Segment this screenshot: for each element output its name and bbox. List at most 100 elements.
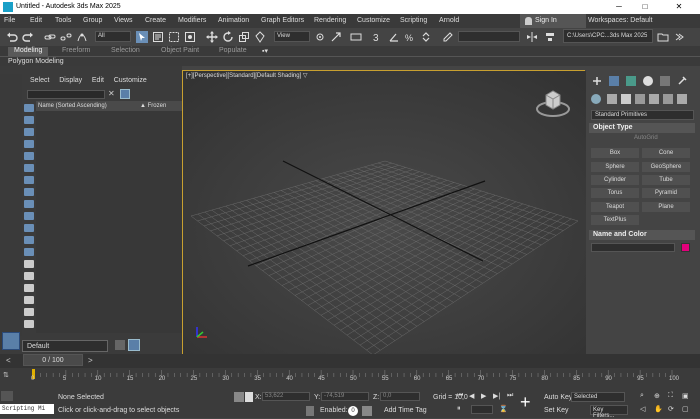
link-icon[interactable]: [44, 31, 56, 43]
scene-menu-select[interactable]: Select: [30, 77, 49, 84]
autogrid-checkbox[interactable]: AutoGrid: [634, 135, 658, 141]
window-crossing-icon[interactable]: [184, 31, 196, 43]
minimize-button[interactable]: ─: [608, 0, 630, 14]
scene-menu-display[interactable]: Display: [59, 77, 82, 84]
display-helpers-icon[interactable]: [24, 176, 34, 184]
menu-customize[interactable]: Customize: [357, 17, 390, 24]
mirror-icon[interactable]: [526, 31, 538, 43]
motion-tab-icon[interactable]: [643, 76, 653, 86]
rect-selection-region-icon[interactable]: [168, 31, 180, 43]
systems-icon[interactable]: [677, 94, 687, 104]
category-dropdown[interactable]: Standard Primitives: [591, 110, 694, 120]
project-folder-icon[interactable]: [657, 31, 669, 43]
move-icon[interactable]: [206, 31, 218, 43]
plane-button[interactable]: Plane: [642, 202, 690, 212]
tab-modeling[interactable]: Modeling: [8, 47, 49, 56]
time-slider-knob[interactable]: 0 / 100: [23, 354, 83, 366]
scene-object-list[interactable]: [36, 111, 182, 333]
select-by-name-icon[interactable]: [152, 31, 164, 43]
sphere-button[interactable]: Sphere: [591, 162, 639, 172]
selection-filter-dropdown[interactable]: All: [95, 31, 131, 42]
display-dependencies-icon[interactable]: [24, 284, 34, 292]
display-groups-icon[interactable]: [24, 200, 34, 208]
auto-key-button[interactable]: Auto Key: [544, 394, 572, 401]
time-slider-prev-icon[interactable]: <: [6, 356, 11, 365]
display-none-icon[interactable]: [24, 104, 34, 112]
hierarchy-tab-icon[interactable]: [626, 76, 636, 86]
key-filters-button[interactable]: Key Filters...: [590, 405, 628, 419]
add-time-tag-button[interactable]: Add Time Tag: [384, 407, 427, 414]
perspective-viewport[interactable]: [182, 70, 586, 355]
placement-icon[interactable]: [254, 31, 266, 43]
spinner-snap-icon[interactable]: [420, 31, 432, 43]
menu-views[interactable]: Views: [114, 17, 133, 24]
pyramid-button[interactable]: Pyramid: [642, 188, 690, 198]
angle-snap-icon[interactable]: [388, 31, 400, 43]
display-xrefs-icon[interactable]: [24, 212, 34, 220]
edit-named-selection-icon[interactable]: [442, 31, 454, 43]
menu-arnold[interactable]: Arnold: [439, 17, 459, 24]
column-frozen-header[interactable]: ▲ Frozen: [140, 103, 166, 109]
orbit-icon[interactable]: ⟳: [668, 405, 674, 413]
layer-explorer-toggle-icon[interactable]: [128, 339, 140, 351]
menu-rendering[interactable]: Rendering: [314, 17, 346, 24]
current-frame-field[interactable]: [471, 405, 493, 414]
go-to-end-icon[interactable]: ⏭: [507, 392, 513, 400]
time-tag-icon[interactable]: [362, 406, 372, 416]
isolate-selection-icon[interactable]: [234, 392, 244, 402]
layer-stack-icon[interactable]: [115, 340, 125, 350]
bind-spacewarp-icon[interactable]: [76, 31, 88, 43]
display-influences-icon[interactable]: [24, 272, 34, 280]
menu-animation[interactable]: Animation: [218, 17, 249, 24]
menu-tools[interactable]: Tools: [55, 17, 71, 24]
workspace-selector[interactable]: Workspaces: Default: [588, 17, 652, 24]
polygon-modeling-panel[interactable]: Polygon Modeling: [0, 56, 700, 66]
display-frozen-icon[interactable]: [24, 248, 34, 256]
field-of-view-icon[interactable]: ◁: [640, 405, 645, 413]
cone-button[interactable]: Cone: [642, 148, 690, 158]
scale-icon[interactable]: [238, 31, 250, 43]
y-coord-field[interactable]: -74,519: [321, 392, 369, 401]
helpers-icon[interactable]: [649, 94, 659, 104]
time-config-icon[interactable]: ⌛: [499, 405, 508, 413]
menu-scripting[interactable]: Scripting: [400, 17, 427, 24]
tab-object-paint[interactable]: Object Paint: [161, 47, 199, 56]
menu-group[interactable]: Group: [83, 17, 102, 24]
previous-frame-icon[interactable]: ◀: [469, 392, 474, 400]
align-icon[interactable]: [544, 31, 556, 43]
set-key-button[interactable]: Set Key: [544, 407, 569, 414]
tab-freeform[interactable]: Freeform: [62, 47, 90, 56]
select-manipulate-icon[interactable]: [330, 31, 342, 43]
named-selection-set-dropdown[interactable]: [458, 31, 520, 42]
filter-icon[interactable]: [24, 308, 34, 316]
display-tab-icon[interactable]: [660, 76, 670, 86]
tube-button[interactable]: Tube: [642, 175, 690, 185]
object-type-rollout[interactable]: Object Type: [589, 123, 695, 133]
snaps-toggle-icon[interactable]: 3: [372, 31, 384, 44]
display-shapes-icon[interactable]: [24, 140, 34, 148]
display-children-icon[interactable]: [24, 260, 34, 268]
zoom-extents-all-icon[interactable]: ▣: [682, 392, 689, 400]
keyboard-shortcut-override-icon[interactable]: [350, 31, 362, 43]
sign-in-button[interactable]: Sign In: [520, 14, 586, 28]
geometry-icon[interactable]: [591, 94, 601, 104]
pivot-point-icon[interactable]: [314, 31, 326, 43]
project-folder-path[interactable]: C:\Users\CPC...3ds Max 2025: [563, 29, 653, 43]
display-bones-icon[interactable]: [24, 224, 34, 232]
name-and-color-rollout[interactable]: Name and Color: [589, 230, 695, 240]
z-coord-field[interactable]: 0,0: [380, 392, 420, 401]
create-tab-icon[interactable]: [592, 76, 602, 86]
menu-edit[interactable]: Edit: [30, 17, 42, 24]
reference-coordinate-dropdown[interactable]: View: [274, 31, 310, 42]
adaptive-degradation-icon[interactable]: [306, 406, 314, 416]
zoom-icon[interactable]: ⌕: [640, 392, 644, 400]
cylinder-button[interactable]: Cylinder: [591, 175, 639, 185]
scene-search-input[interactable]: [27, 90, 105, 99]
torus-button[interactable]: Torus: [591, 188, 639, 198]
display-all-icon[interactable]: [24, 116, 34, 124]
display-cameras-icon[interactable]: [24, 164, 34, 172]
select-object-icon[interactable]: [136, 31, 148, 43]
percent-snap-icon[interactable]: %: [404, 31, 416, 43]
key-mode-icon[interactable]: ⏸: [457, 405, 461, 413]
menu-modifiers[interactable]: Modifiers: [178, 17, 206, 24]
